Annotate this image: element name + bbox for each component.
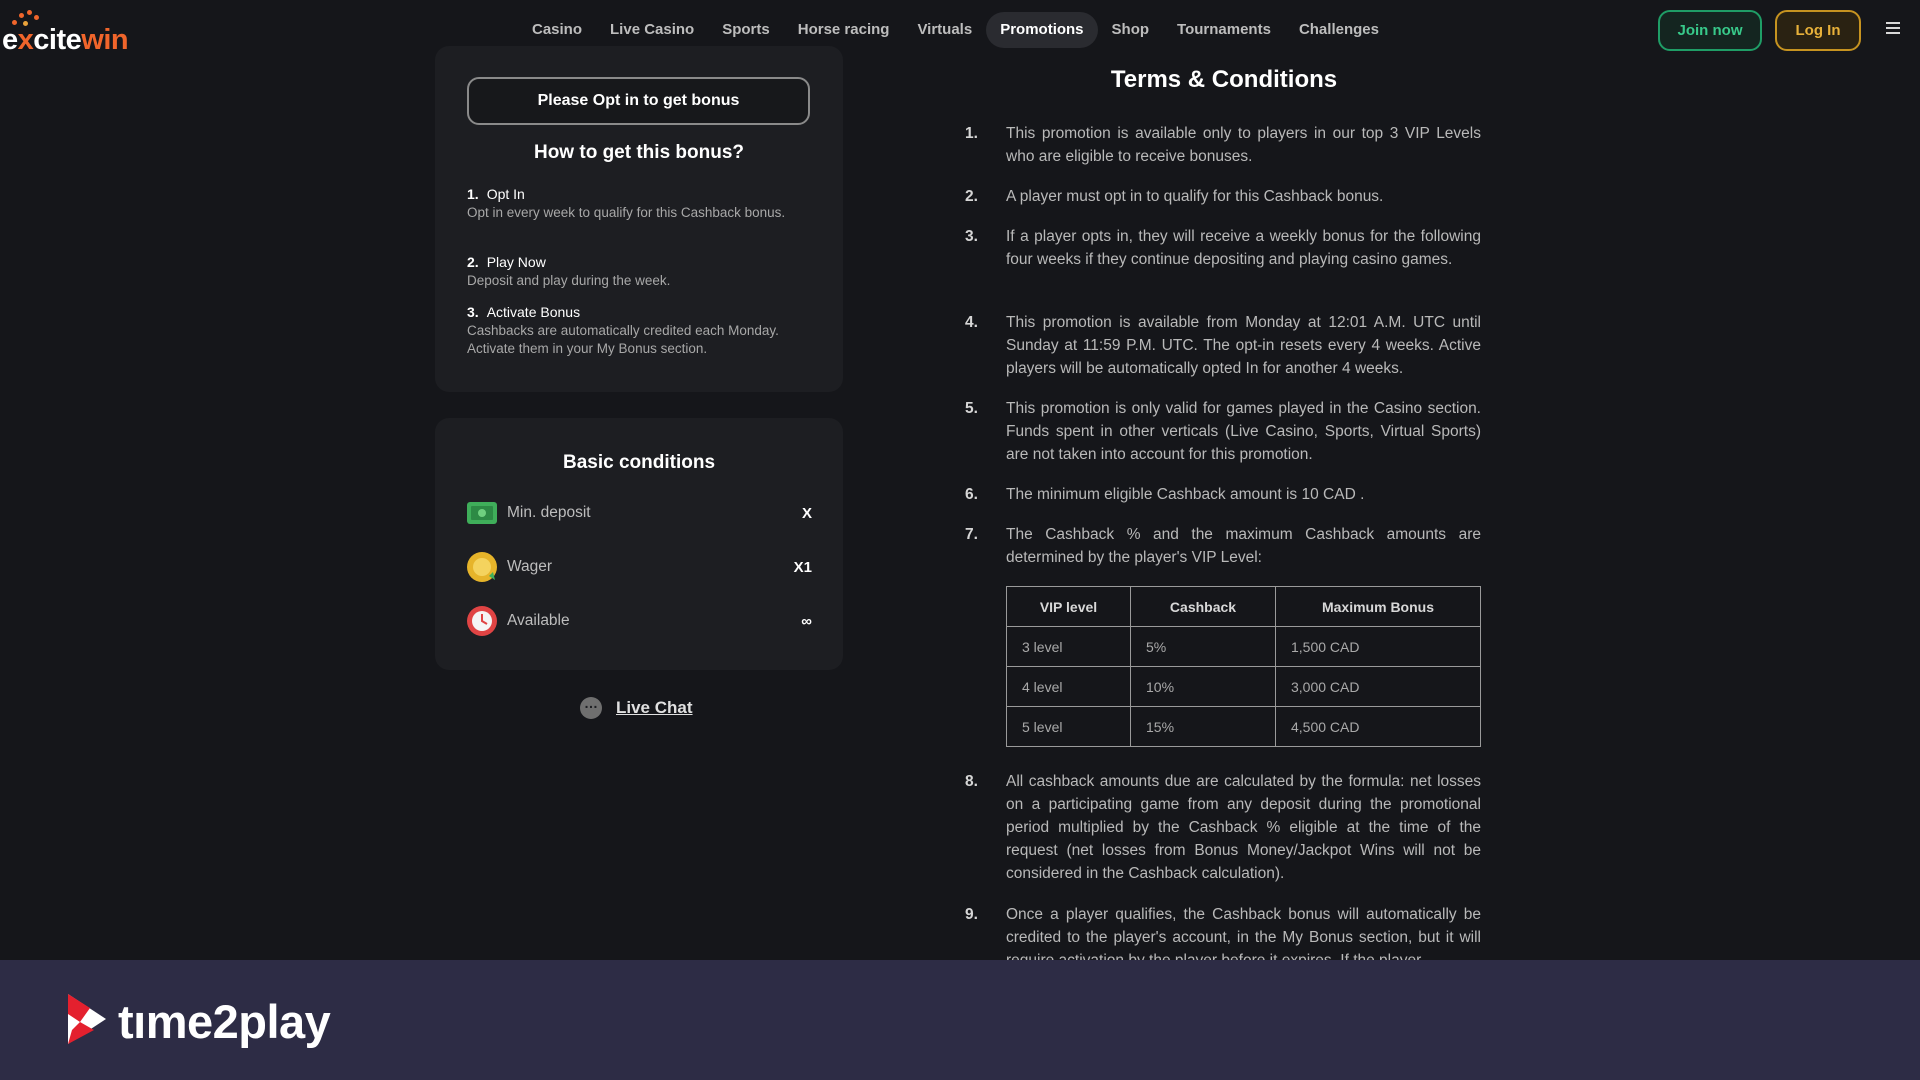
nav-live-casino[interactable]: Live Casino bbox=[596, 12, 708, 48]
nav-promotions[interactable]: Promotions bbox=[986, 12, 1098, 48]
chat-bubble-icon bbox=[580, 695, 602, 719]
term-item: 3. If a player opts in, they will receive… bbox=[965, 228, 1481, 268]
nav-challenges[interactable]: Challenges bbox=[1285, 12, 1393, 48]
log-in-button[interactable]: Log In bbox=[1775, 10, 1861, 51]
step-opt-in: 1. Opt In Opt in every week to qualify fo… bbox=[467, 186, 817, 222]
how-to-title: How to get this bonus? bbox=[533, 142, 745, 163]
step-description: Deposit and play during the week. bbox=[467, 273, 671, 288]
menu-icon[interactable] bbox=[1878, 19, 1908, 41]
vip-cashback-table: VIP level Cashback Maximum Bonus 3 level… bbox=[1006, 586, 1481, 747]
top-navigation: excitewin Casino Live Casino Sports Hors… bbox=[0, 0, 1920, 60]
term-item: 9. Once a player qualifies, the Cashback … bbox=[965, 906, 1481, 960]
step-title: Activate Bonus bbox=[486, 304, 581, 320]
term-item: 6. The minimum eligible Cashback amount i… bbox=[965, 486, 1365, 503]
clock-icon bbox=[467, 606, 497, 636]
table-row: 5 level 15% 4,500 CAD bbox=[1006, 706, 1481, 747]
coin-icon bbox=[467, 552, 497, 582]
nav-horse-racing[interactable]: Horse racing bbox=[784, 12, 904, 48]
step-play-now: 2. Play Now Deposit and play during the w… bbox=[467, 254, 817, 290]
term-item: 2. A player must opt in to qualify for th… bbox=[965, 188, 1384, 205]
term-item: 8. All cashback amounts due are calculate… bbox=[965, 773, 1481, 882]
condition-available: Available ∞ bbox=[467, 606, 812, 636]
nav-shop[interactable]: Shop bbox=[1098, 12, 1164, 48]
step-description: Cashbacks are automatically credited eac… bbox=[467, 323, 779, 356]
bonus-card: Please Opt in to get bonus How to get th… bbox=[435, 46, 843, 392]
live-chat-label: Live Chat bbox=[616, 698, 693, 717]
time2play-wordmark: tıme2play bbox=[118, 995, 331, 1048]
table-row: 3 level 5% 1,500 CAD bbox=[1006, 626, 1481, 667]
nav-links: Casino Live Casino Sports Horse racing V… bbox=[518, 12, 1393, 48]
step-description: Opt in every week to qualify for this Ca… bbox=[467, 205, 786, 220]
table-row: 4 level 10% 3,000 CAD bbox=[1006, 666, 1481, 707]
terms-title: Terms & Conditions bbox=[1110, 66, 1338, 93]
excitewin-logo[interactable]: excitewin bbox=[2, 10, 132, 56]
step-activate-bonus: 3. Activate Bonus Cashbacks are automatic… bbox=[467, 304, 817, 358]
table-header-row: VIP level Cashback Maximum Bonus bbox=[1006, 586, 1481, 627]
live-chat-link[interactable]: Live Chat bbox=[580, 695, 693, 719]
term-item: 4. This promotion is available from Monda… bbox=[965, 314, 1481, 377]
nav-sports[interactable]: Sports bbox=[708, 12, 784, 48]
condition-wager: Wager X1 bbox=[467, 552, 812, 582]
nav-virtuals[interactable]: Virtuals bbox=[903, 12, 986, 48]
step-title: Play Now bbox=[486, 254, 546, 270]
term-item: 5. This promotion is only valid for games… bbox=[965, 400, 1481, 463]
logo-text: excitewin bbox=[2, 24, 129, 56]
join-now-button[interactable]: Join now bbox=[1658, 10, 1762, 51]
nav-casino[interactable]: Casino bbox=[518, 12, 596, 48]
time2play-logo-icon bbox=[64, 992, 110, 1046]
term-item: 1. This promotion is available only to pl… bbox=[965, 125, 1481, 165]
opt-in-button[interactable]: Please Opt in to get bonus bbox=[467, 77, 810, 125]
term-item: 7. The Cashback % and the maximum Cashbac… bbox=[965, 526, 1481, 566]
cash-icon bbox=[467, 502, 497, 524]
nav-tournaments[interactable]: Tournaments bbox=[1163, 12, 1285, 48]
time2play-banner: tıme2play bbox=[0, 960, 1920, 1080]
conditions-title: Basic conditions bbox=[562, 452, 716, 473]
basic-conditions-card: Basic conditions Min. deposit X Wager X1… bbox=[435, 418, 843, 670]
condition-min-deposit: Min. deposit X bbox=[467, 498, 812, 528]
step-title: Opt In bbox=[486, 186, 525, 202]
